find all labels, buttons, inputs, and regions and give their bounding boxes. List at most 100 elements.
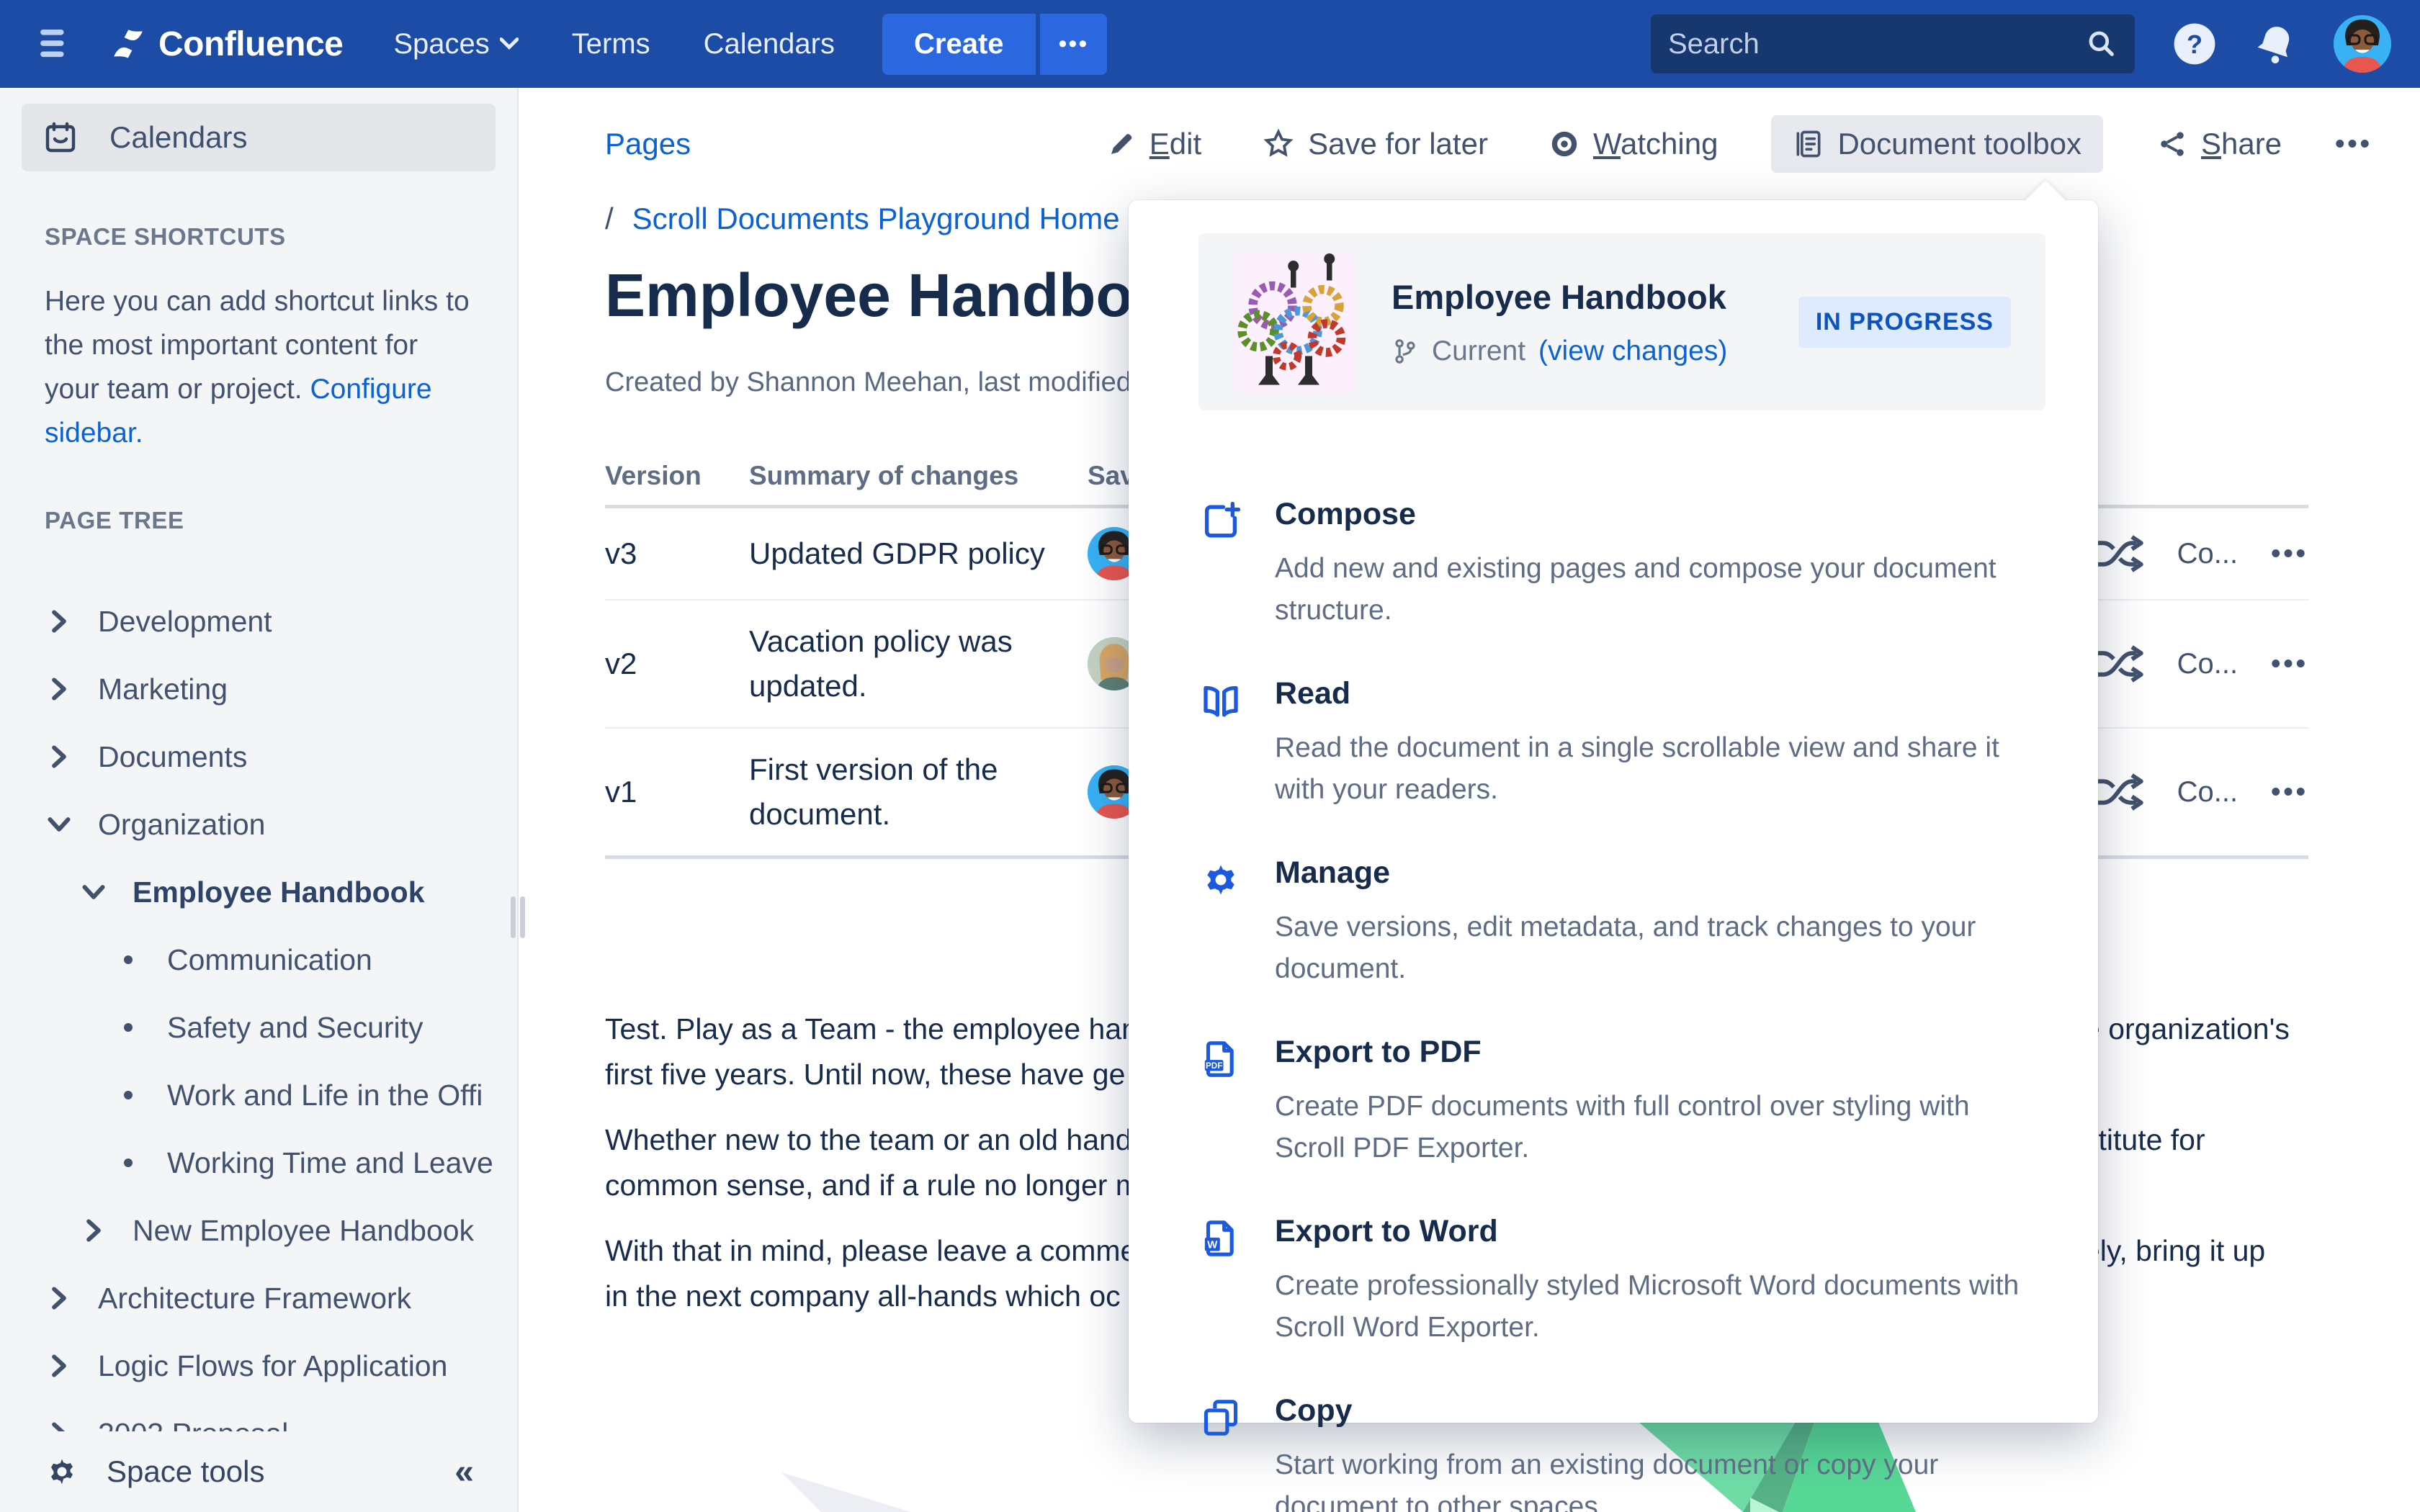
toolbox-item-description: Start working from an existing document …	[1275, 1444, 2040, 1512]
body-line: in the next company all-hands which oc	[605, 1274, 1121, 1319]
page-more-actions-button[interactable]: •••	[2335, 129, 2372, 160]
document-thumbnail	[1233, 251, 1355, 392]
summary-cell: Vacation policy was updated.	[749, 619, 1088, 708]
toolbox-item-compose[interactable]: Compose Add new and existing pages and c…	[1201, 497, 2040, 631]
gear-icon[interactable]	[43, 1453, 81, 1490]
nav-spaces[interactable]: Spaces	[393, 28, 518, 60]
edit-button[interactable]: Edit	[1099, 115, 1209, 173]
toolbox-item-title: Read	[1275, 676, 2040, 711]
confluence-logo[interactable]: Confluence	[108, 24, 343, 64]
search-box	[1651, 14, 2135, 73]
notifications-bell-icon[interactable]	[2254, 23, 2296, 65]
tree-item-employee-handbook[interactable]: Employee Handbook	[0, 858, 517, 926]
document-toolbox-icon	[1793, 128, 1824, 160]
body-line-continued: e organization's	[2084, 1007, 2290, 1052]
share-icon	[2156, 128, 2188, 160]
search-input[interactable]	[1668, 28, 2086, 60]
copy-icon	[1201, 1398, 1244, 1512]
top-navbar: Confluence Spaces Terms Calendars Create…	[0, 0, 2420, 88]
version-cell: v2	[605, 647, 749, 681]
body-line: With that in mind, please leave a comme	[605, 1228, 1137, 1274]
toolbox-item-title: Export to PDF	[1275, 1035, 2040, 1070]
chevron-right-icon[interactable]	[45, 678, 73, 701]
row-compare-link[interactable]: Co...	[2177, 776, 2238, 809]
tree-item-communication[interactable]: Communication	[0, 926, 517, 994]
status-badge: IN PROGRESS	[1798, 297, 2011, 348]
space-shortcuts-text: Here you can add shortcut links to the m…	[45, 279, 472, 455]
star-icon	[1262, 127, 1295, 161]
eye-icon	[1549, 128, 1580, 160]
summary-cell: Updated GDPR policy	[749, 531, 1088, 576]
gear-icon	[1201, 860, 1244, 990]
space-tools-button[interactable]: Space tools	[107, 1454, 264, 1489]
chevron-right-icon[interactable]	[45, 610, 73, 633]
tree-item-new-employee-handbook[interactable]: New Employee Handbook	[0, 1197, 517, 1264]
document-toolbox-popup: Employee Handbook Current (view changes)…	[1129, 200, 2098, 1423]
chevron-right-icon[interactable]	[79, 1219, 108, 1242]
compare-shuffle-icon[interactable]	[2092, 534, 2144, 574]
row-more-button[interactable]: •••	[2271, 649, 2308, 680]
share-button[interactable]: Share	[2149, 115, 2289, 173]
user-avatar[interactable]	[2334, 15, 2391, 73]
tree-item-architecture-framework[interactable]: Architecture Framework	[0, 1264, 517, 1332]
breadcrumb-separator: /	[605, 202, 614, 236]
watching-button[interactable]: Watching	[1541, 115, 1726, 173]
create-button[interactable]: Create	[882, 14, 1036, 75]
confluence-logo-icon	[108, 24, 148, 64]
chevron-right-icon[interactable]	[45, 745, 73, 768]
toolbox-item-title: Manage	[1275, 855, 2040, 891]
compare-shuffle-icon[interactable]	[2092, 772, 2144, 812]
sidebar-item-calendars[interactable]: Calendars	[22, 104, 496, 171]
chevron-right-icon[interactable]	[45, 1287, 73, 1310]
bullet-icon	[114, 955, 143, 964]
tree-item-development[interactable]: Development	[0, 588, 517, 655]
tree-item-organization[interactable]: Organization	[0, 791, 517, 858]
view-changes-link[interactable]: (view changes)	[1538, 336, 1727, 367]
tree-item-safety-and-security[interactable]: Safety and Security	[0, 994, 517, 1061]
tree-item-marketing[interactable]: Marketing	[0, 655, 517, 723]
hamburger-menu-icon[interactable]	[40, 30, 73, 58]
save-for-later-button[interactable]: Save for later	[1255, 115, 1495, 173]
tree-item-documents[interactable]: Documents	[0, 723, 517, 791]
popup-document-title: Employee Handbook	[1392, 277, 1727, 317]
row-more-button[interactable]: •••	[2271, 777, 2308, 808]
row-compare-link[interactable]: Co...	[2177, 538, 2238, 570]
tree-item-work-and-life-in-the-office[interactable]: Work and Life in the Offi	[0, 1061, 517, 1129]
calendar-icon	[43, 120, 78, 155]
toolbox-item-export-pdf[interactable]: PDF Export to PDF Create PDF documents w…	[1201, 1035, 2040, 1169]
version-current-label: Current	[1432, 336, 1525, 367]
toolbox-item-title: Compose	[1275, 497, 2040, 532]
create-more-button[interactable]: •••	[1040, 14, 1108, 75]
toolbox-item-description: Read the document in a single scrollable…	[1275, 727, 2040, 811]
toolbox-item-title: Copy	[1275, 1393, 2040, 1428]
bullet-icon	[114, 1091, 143, 1099]
confluence-logo-text: Confluence	[158, 24, 343, 64]
tree-item-logic-flows-for-application[interactable]: Logic Flows for Application	[0, 1332, 517, 1400]
sidebar-resize-handle[interactable]	[508, 894, 527, 940]
toolbox-item-copy[interactable]: Copy Start working from an existing docu…	[1201, 1393, 2040, 1512]
toolbox-item-export-word[interactable]: W Export to Word Create professionally s…	[1201, 1214, 2040, 1349]
chevron-down-icon[interactable]	[45, 816, 73, 833]
nav-calendars[interactable]: Calendars	[704, 28, 835, 60]
chevron-right-icon[interactable]	[45, 1354, 73, 1377]
chevron-down-icon[interactable]	[79, 883, 108, 901]
nav-terms[interactable]: Terms	[572, 28, 650, 60]
row-compare-link[interactable]: Co...	[2177, 648, 2238, 680]
help-icon[interactable]: ?	[2172, 22, 2217, 66]
toolbox-item-manage[interactable]: Manage Save versions, edit metadata, and…	[1201, 855, 2040, 990]
compare-shuffle-icon[interactable]	[2092, 644, 2144, 684]
svg-text:W: W	[1207, 1239, 1218, 1251]
search-icon[interactable]	[2086, 28, 2118, 60]
column-header-version: Version	[605, 461, 749, 491]
row-more-button[interactable]: •••	[2271, 539, 2308, 570]
breadcrumb-home-link[interactable]: Scroll Documents Playground Home	[632, 202, 1120, 236]
toolbox-item-description: Create professionally styled Microsoft W…	[1275, 1265, 2040, 1349]
word-file-icon: W	[1201, 1218, 1244, 1349]
document-toolbox-button[interactable]: Document toolbox	[1771, 115, 2103, 173]
collapse-sidebar-button[interactable]: «	[454, 1452, 474, 1492]
breadcrumb-pages-link[interactable]: Pages	[605, 127, 691, 161]
toolbox-item-description: Create PDF documents with full control o…	[1275, 1086, 2040, 1169]
body-line: common sense, and if a rule no longer m	[605, 1163, 1140, 1208]
toolbox-item-read[interactable]: Read Read the document in a single scrol…	[1201, 676, 2040, 811]
tree-item-working-time-and-leave[interactable]: Working Time and Leave	[0, 1129, 517, 1197]
